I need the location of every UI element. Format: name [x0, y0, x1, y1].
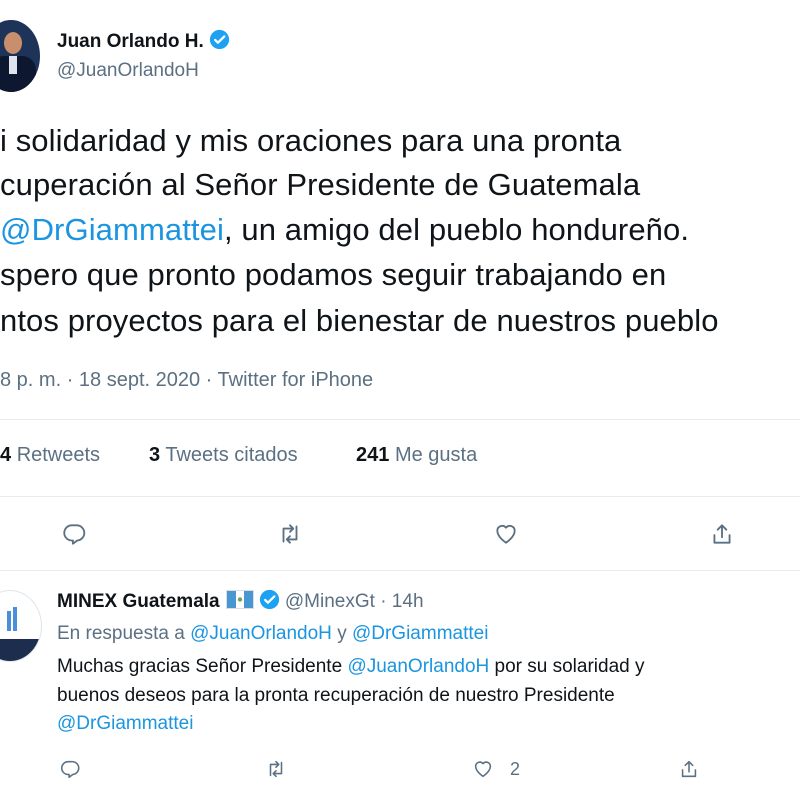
divider: [0, 570, 800, 571]
author-name[interactable]: Juan Orlando H.: [57, 31, 204, 52]
guatemala-flag-icon: [225, 590, 254, 609]
reply-text-line: @DrGiammattei: [57, 710, 193, 738]
reply-text-line: Muchas gracias Señor Presidente @JuanOrl…: [57, 656, 645, 677]
mention-link[interactable]: @JuanOrlandoH: [347, 656, 489, 677]
like-icon[interactable]: [491, 519, 521, 549]
quotes-stat[interactable]: 3 Tweets citados: [149, 444, 298, 467]
mention-link[interactable]: @DrGiammattei: [352, 623, 488, 644]
divider: [0, 419, 800, 420]
avatar-shirt: [9, 56, 17, 74]
reply-like-count: 2: [510, 759, 521, 779]
mention-link[interactable]: @DrGiammattei: [0, 212, 224, 247]
reply-text-line: buenos deseos para la pronta recuperació…: [57, 685, 615, 706]
like-icon[interactable]: [470, 756, 496, 782]
tweet-text-line: cuperación al Señor Presidente de Guatem…: [0, 167, 641, 202]
mention-link[interactable]: @JuanOrlandoH: [190, 623, 332, 644]
avatar-logo-mark: [7, 611, 11, 631]
retweets-stat[interactable]: 4 Retweets: [0, 444, 100, 467]
reply-author-handle[interactable]: @MinexGt: [285, 591, 375, 612]
verified-badge-icon: [209, 29, 230, 56]
author-avatar[interactable]: [0, 20, 40, 92]
author-handle[interactable]: @JuanOrlandoH: [57, 60, 199, 82]
avatar-suit: [0, 56, 36, 92]
likes-stat[interactable]: 241 Me gusta: [356, 444, 477, 467]
reply-header: MINEX Guatemala @MinexGt · 14h: [57, 589, 424, 616]
tweet-text-line: @DrGiammattei, un amigo del pueblo hondu…: [0, 212, 690, 247]
share-icon[interactable]: [707, 519, 737, 549]
reply-icon[interactable]: [57, 756, 83, 782]
reply-author-name[interactable]: MINEX Guatemala: [57, 591, 220, 612]
retweet-icon[interactable]: [275, 519, 305, 549]
reply-icon[interactable]: [59, 519, 89, 549]
author-name-row[interactable]: Juan Orlando H.: [57, 29, 230, 56]
tweet-text-line: i solidaridad y mis oraciones para una p…: [0, 123, 622, 158]
retweet-icon[interactable]: [263, 756, 289, 782]
tweet-text-line: spero que pronto podamos seguir trabajan…: [0, 257, 667, 292]
divider: [0, 496, 800, 497]
share-icon[interactable]: [676, 756, 702, 782]
tweet-text-line: ntos proyectos para el bienestar de nues…: [0, 303, 719, 338]
avatar-face: [4, 32, 22, 54]
reply-time[interactable]: · 14h: [380, 591, 423, 612]
in-reply-to: En respuesta a @JuanOrlandoH y @DrGiamma…: [57, 623, 489, 644]
reply-author-avatar[interactable]: [0, 590, 42, 662]
avatar-band: [0, 639, 41, 661]
tweet-timestamp[interactable]: 8 p. m. · 18 sept. 2020 · Twitter for iP…: [0, 369, 373, 392]
mention-link[interactable]: @DrGiammattei: [57, 713, 193, 734]
verified-badge-icon: [259, 589, 280, 616]
avatar-logo-mark: [13, 607, 17, 631]
